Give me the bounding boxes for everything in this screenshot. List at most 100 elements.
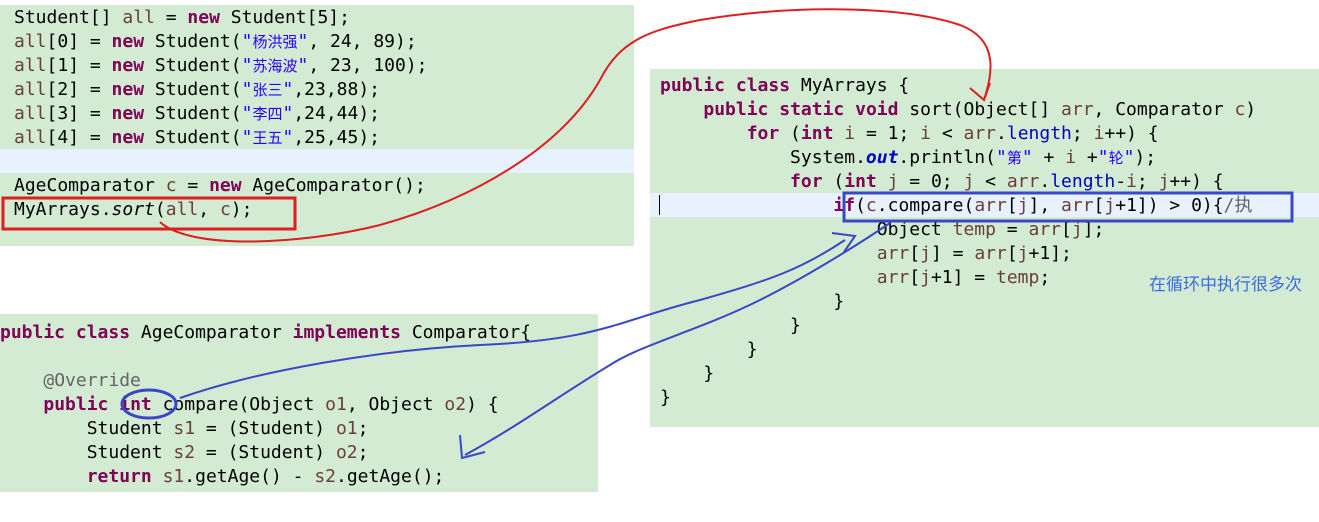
code-line: all[4] = new Student("王五",25,45); [14,126,428,150]
code-token: Student[5]; [219,7,350,28]
code-token: [4] = [46,127,112,148]
code-token: ); [230,199,253,220]
code-token: new [111,103,145,124]
code-line: all[2] = new Student("张三",23,88); [14,78,428,102]
code-token: j [1017,243,1029,264]
code-token: +1]) > 0){ [1115,195,1224,216]
code-token: " [241,31,253,52]
code-token: arr [1061,195,1094,216]
code-token: ] = [930,243,975,264]
code-token: , Object [346,394,445,415]
code-token: j [1071,219,1083,240]
code-token: .compare( [876,195,975,216]
code-token: new [111,31,145,52]
code-token: ( [154,199,166,220]
code-line: Student s1 = (Student) o1; [0,417,531,441]
code-token: j [963,171,975,192]
code-token: sort(Object[] [898,99,1062,120]
code-token: public [660,75,726,96]
code-token: + [1076,147,1098,168]
code-token: public [0,322,66,343]
code-token: j [920,243,931,264]
code-line: } [660,338,1256,362]
code-token: , Comparator [1093,99,1235,120]
code-token: ; [1039,267,1051,288]
code-token: , 24, 89); [308,31,417,52]
code-token: all [14,55,47,76]
code-token: j [1158,171,1170,192]
code-token: " [1123,147,1135,168]
code-token: int [119,394,152,415]
code-token: arr [876,243,910,264]
code-token: , [198,199,220,220]
code-line: } [660,362,1256,386]
code-token: for [746,123,780,144]
code-line: MyArrays.sort(all, c); [14,198,428,222]
code-token: = 0; [898,171,964,192]
loop-annotation-note: 在循环中执行很多次 [1149,275,1302,295]
code-token: " [282,127,294,148]
code-line: System.out.println("第" + i +"轮"); [660,146,1256,170]
code-token: all [14,103,47,124]
code-token: /执 [1223,195,1253,216]
myarrays-code-editor[interactable]: public class MyArrays { public static vo… [660,74,1256,410]
code-line: all[0] = new Student("杨洪强", 24, 89); [14,30,428,54]
code-token: Student [0,418,174,439]
code-token: [ [1093,195,1105,216]
code-token: ,25,45); [293,127,381,148]
code-token: ++) { [1169,171,1224,192]
code-token: static [779,99,845,120]
code-token: = [176,175,210,196]
code-token: [ [909,267,921,288]
code-line: for (int j = 0; j < arr.length-i; j++) { [660,170,1256,194]
code-token: ], [1028,195,1062,216]
code-token: temp [995,267,1040,288]
code-token: all [14,127,47,148]
code-token: " [282,103,294,124]
code-token: [1] = [46,55,112,76]
code-token: arr [876,267,910,288]
code-line: public class MyArrays { [660,74,1256,98]
code-token: [ [1061,219,1072,240]
code-token: " [995,147,1007,168]
code-token: " [1097,147,1109,168]
code-token: length [1006,123,1072,144]
code-line: Student s2 = (Student) o2; [0,441,531,465]
code-token: Student( [144,79,242,100]
code-token: s1 [162,466,185,487]
code-token: out [865,147,899,168]
code-token: c [165,175,177,196]
code-token: = (Student) [195,442,336,463]
comparator-code-editor[interactable]: public class AgeComparator implements Co… [0,321,531,489]
code-token: [0] = [46,31,112,52]
code-token: " [282,79,294,100]
code-line: all[1] = new Student("苏海波", 23, 100); [14,54,428,78]
code-token: [ [1006,243,1018,264]
code-token: o1 [325,394,347,415]
code-token: [3] = [46,103,112,124]
code-token: MyArrays. [14,199,112,220]
code-token: arr [1061,99,1094,120]
main-code-editor[interactable]: Student[] all = new Student[5]; all[0] = … [14,6,428,222]
code-token: @Override [43,370,141,391]
code-token: arr [974,243,1007,264]
code-token: ) [1245,99,1257,120]
code-line: public class AgeComparator implements Co… [0,321,531,345]
code-token: c [865,195,877,216]
code-token: ) { [466,394,499,415]
code-token: = (Student) [195,418,336,439]
code-token: " [297,55,309,76]
code-token: Student [0,442,174,463]
code-token: Object [660,219,953,240]
